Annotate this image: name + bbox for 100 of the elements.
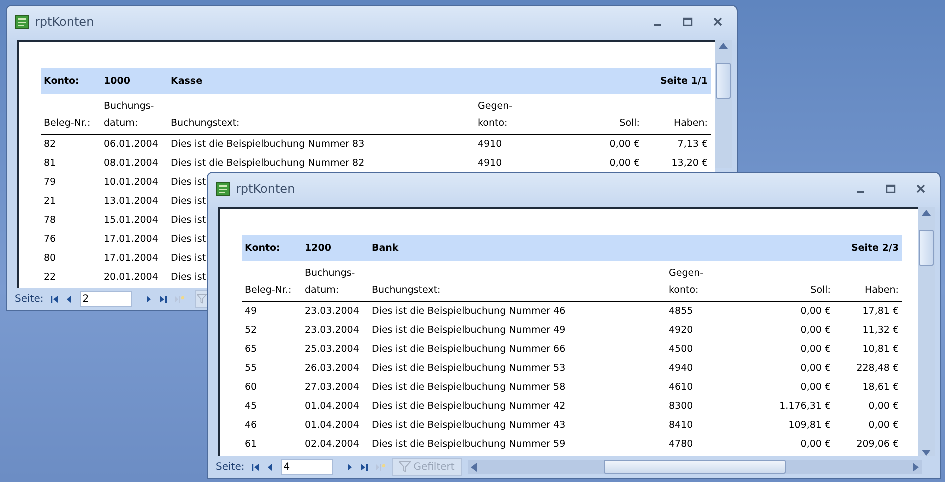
account-number: 1200 xyxy=(305,242,332,254)
table-cell: 78 xyxy=(44,215,56,226)
table-cell: 4910 xyxy=(478,139,502,150)
table-cell: 17.01.2004 xyxy=(104,234,158,245)
last-page-icon[interactable] xyxy=(360,462,369,472)
column-header: Haben: xyxy=(674,117,708,131)
table-cell: Dies ist die Beispielbuchung Nummer 42 xyxy=(372,401,566,412)
table-cell: Dies ist die Beispielbuchung Nummer 58 xyxy=(372,382,566,393)
scrollbar-thumb[interactable] xyxy=(919,230,934,266)
previous-page-icon[interactable] xyxy=(64,294,74,304)
column-header: Gegen-konto: xyxy=(478,100,513,131)
table-cell: 4610 xyxy=(669,382,694,393)
table-cell: 27.03.2004 xyxy=(305,382,360,393)
page-number-field[interactable]: 2 xyxy=(80,291,132,307)
close-icon[interactable] xyxy=(713,16,723,26)
table-cell: Dies ist xyxy=(171,272,206,283)
report-icon xyxy=(216,182,230,196)
table-cell: Dies ist die Beispielbuchung Nummer 83 xyxy=(171,139,365,150)
table-cell: 8410 xyxy=(669,420,694,431)
table-cell: 10,81 € xyxy=(862,344,899,355)
window-title: rptKonten xyxy=(236,182,296,196)
column-header: Buchungs-datum: xyxy=(104,100,154,131)
table-cell: 0,00 € xyxy=(800,363,831,374)
table-cell: Dies ist xyxy=(171,177,206,188)
table-cell: Dies ist die Beispielbuchung Nummer 59 xyxy=(372,439,566,450)
table-cell: 22 xyxy=(44,272,56,283)
scrollbar-thumb[interactable] xyxy=(604,460,786,474)
column-header: Soll: xyxy=(810,284,831,298)
report-icon xyxy=(15,14,29,28)
table-cell: 46 xyxy=(245,420,258,431)
table-cell: Dies ist die Beispielbuchung Nummer 53 xyxy=(372,363,566,374)
table-cell: 13,20 € xyxy=(672,158,708,169)
maximize-icon[interactable] xyxy=(683,16,693,26)
table-cell: 4910 xyxy=(478,158,502,169)
close-icon[interactable] xyxy=(916,184,926,194)
vertical-scrollbar[interactable] xyxy=(918,207,935,456)
table-cell: 76 xyxy=(44,234,56,245)
table-cell: 11,32 € xyxy=(862,325,899,336)
table-cell: 61 xyxy=(245,439,258,450)
table-cell: 25.03.2004 xyxy=(305,344,360,355)
column-header: Buchungstext: xyxy=(372,284,441,298)
table-cell: 0,00 € xyxy=(868,420,899,431)
scroll-right-icon[interactable] xyxy=(913,462,920,472)
horizontal-scrollbar[interactable] xyxy=(468,460,922,474)
table-cell: 20.01.2004 xyxy=(104,272,158,283)
scroll-down-icon[interactable] xyxy=(922,450,931,456)
scroll-left-icon[interactable] xyxy=(470,462,477,472)
table-cell: Dies ist die Beispielbuchung Nummer 66 xyxy=(372,344,566,355)
table-cell: Dies ist die Beispielbuchung Nummer 46 xyxy=(372,306,566,317)
table-cell: 0,00 € xyxy=(800,439,831,450)
table-cell: 1.176,31 € xyxy=(780,401,831,412)
account-label: Konto: xyxy=(44,76,80,86)
table-cell: 13.01.2004 xyxy=(104,196,158,207)
table-cell: 0,00 € xyxy=(800,382,831,393)
table-cell: 82 xyxy=(44,139,56,150)
table-cell: Dies ist xyxy=(171,196,206,207)
table-cell: 7,13 € xyxy=(678,139,708,150)
table-cell: 228,48 € xyxy=(856,363,899,374)
account-name: Kasse xyxy=(171,76,204,86)
table-cell: 21 xyxy=(44,196,56,207)
table-cell: 0,00 € xyxy=(800,325,831,336)
table-cell: 4920 xyxy=(669,325,694,336)
table-cell: 01.04.2004 xyxy=(305,420,360,431)
table-cell: Dies ist xyxy=(171,215,206,226)
column-header: Buchungs-datum: xyxy=(305,267,356,298)
funnel-icon xyxy=(196,293,207,305)
table-cell: 4500 xyxy=(669,344,694,355)
previous-page-icon[interactable] xyxy=(266,462,275,472)
column-header: Beleg-Nr.: xyxy=(245,284,292,298)
window-title: rptKonten xyxy=(35,14,94,28)
page-number: Seite 1/1 xyxy=(660,76,708,86)
funnel-icon xyxy=(398,461,411,473)
table-cell: 18,61 € xyxy=(862,382,899,393)
column-header: Haben: xyxy=(864,284,899,298)
account-name: Bank xyxy=(372,242,400,254)
column-header: Gegen-konto: xyxy=(669,267,704,298)
scroll-up-icon[interactable] xyxy=(922,210,931,216)
page-number-field[interactable]: 4 xyxy=(280,459,333,475)
maximize-icon[interactable] xyxy=(886,184,896,194)
table-cell: 209,06 € xyxy=(856,439,899,450)
table-cell: 45 xyxy=(245,401,258,412)
page-label: Seite: xyxy=(15,294,44,304)
table-cell: 0,00 € xyxy=(800,306,831,317)
table-cell: 26.03.2004 xyxy=(305,363,360,374)
scroll-up-icon[interactable] xyxy=(719,43,728,49)
vertical-scrollbar[interactable] xyxy=(715,40,732,168)
first-page-icon[interactable] xyxy=(50,294,59,304)
table-cell: 109,81 € xyxy=(788,420,831,431)
table-cell: 4855 xyxy=(669,306,694,317)
account-number: 1000 xyxy=(104,76,132,86)
column-header: Buchungstext: xyxy=(171,117,240,131)
scrollbar-thumb[interactable] xyxy=(716,63,731,99)
table-cell: Dies ist die Beispielbuchung Nummer 82 xyxy=(171,158,365,169)
table-cell: 17,81 € xyxy=(862,306,899,317)
page-number: Seite 2/3 xyxy=(851,242,899,254)
first-page-icon[interactable] xyxy=(250,462,260,472)
account-label: Konto: xyxy=(245,242,282,254)
last-page-icon[interactable] xyxy=(158,294,168,304)
table-cell: 4940 xyxy=(669,363,694,374)
table-cell: 06.01.2004 xyxy=(104,139,158,150)
